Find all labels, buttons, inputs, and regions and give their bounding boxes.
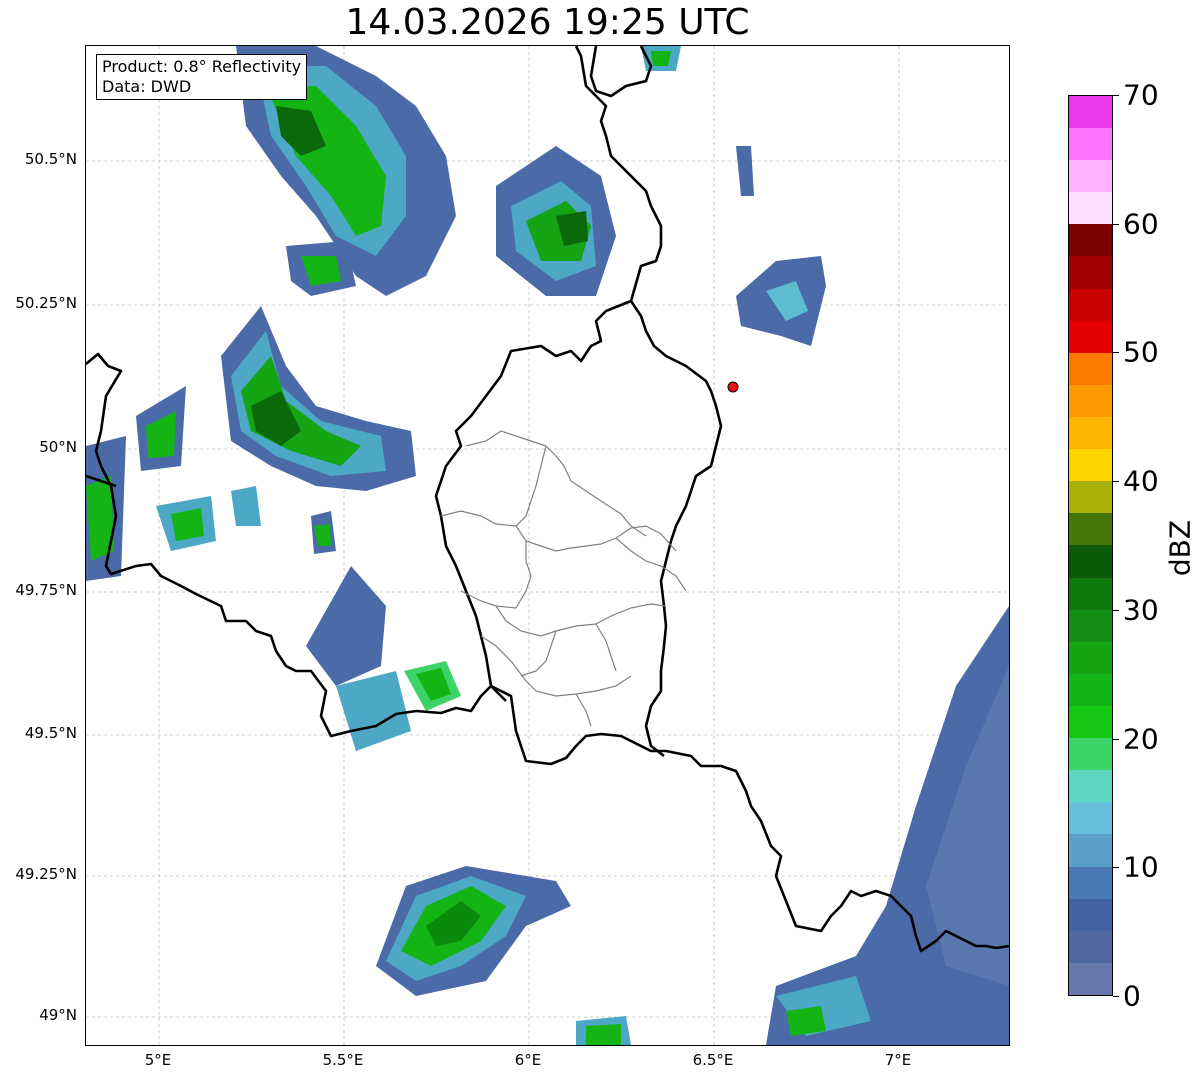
- colorbar-tick-label: 0: [1123, 979, 1141, 1013]
- colorbar-segment: [1069, 95, 1112, 129]
- colorbar-tick: [1113, 481, 1119, 483]
- map-title: 14.03.2026 19:25 UTC: [345, 2, 750, 43]
- echo-blob: [306, 566, 386, 686]
- colorbar: [1068, 95, 1113, 996]
- colorbar-tick: [1113, 867, 1119, 869]
- colorbar-segment: [1069, 449, 1112, 482]
- y-tick-label: 49.5°N: [24, 724, 77, 742]
- colorbar-tick: [1113, 352, 1119, 354]
- y-tick-label: 49.25°N: [15, 865, 77, 883]
- y-tick-label: 50°N: [39, 438, 77, 456]
- colorbar-unit-label: dBZ: [1163, 519, 1197, 577]
- colorbar-segment: [1069, 834, 1112, 867]
- colorbar-segment: [1069, 673, 1112, 707]
- x-tick-label: 7°E: [884, 1051, 912, 1069]
- colorbar-tick-label: 50: [1123, 335, 1159, 369]
- district-borders: [440, 430, 687, 727]
- colorbar-segment: [1069, 384, 1112, 418]
- colorbar-segment: [1069, 513, 1112, 546]
- colorbar-tick: [1113, 95, 1119, 96]
- colorbar-segment: [1069, 192, 1112, 225]
- colorbar-segment: [1069, 577, 1112, 610]
- echo-blob: [586, 1024, 621, 1045]
- y-tick-label: 50.25°N: [15, 294, 77, 312]
- product-info-box: Product: 0.8° Reflectivity Data: DWD: [96, 54, 308, 100]
- colorbar-segment: [1069, 160, 1112, 193]
- colorbar-segment: [1069, 738, 1112, 771]
- x-tick-label: 6.5°E: [692, 1051, 734, 1069]
- colorbar-segment: [1069, 481, 1112, 514]
- radar-echoes: [86, 46, 1009, 1045]
- colorbar-segment: [1069, 320, 1112, 353]
- radar-map[interactable]: [85, 45, 1010, 1046]
- radar-site-marker: [727, 381, 739, 393]
- echo-blob: [336, 671, 411, 751]
- x-tick-label: 6°E: [514, 1051, 542, 1069]
- echo-blob: [736, 146, 754, 196]
- product-label: Product: 0.8° Reflectivity: [102, 57, 302, 76]
- colorbar-tick-label: 20: [1123, 722, 1159, 756]
- colorbar-segment: [1069, 802, 1112, 835]
- colorbar-tick: [1113, 223, 1119, 225]
- colorbar-segment: [1069, 866, 1112, 899]
- colorbar-segment: [1069, 641, 1112, 674]
- colorbar-tick: [1113, 738, 1119, 740]
- colorbar-segment: [1069, 770, 1112, 803]
- y-tick-label: 50.5°N: [24, 150, 77, 168]
- colorbar-segment: [1069, 706, 1112, 739]
- colorbar-tick-label: 60: [1123, 207, 1159, 241]
- echo-blob: [651, 51, 671, 66]
- y-tick-label: 49°N: [39, 1006, 77, 1024]
- colorbar-segment: [1069, 930, 1112, 963]
- colorbar-segment: [1069, 962, 1112, 995]
- echo-blob: [786, 1006, 826, 1036]
- colorbar-tick: [1113, 609, 1119, 611]
- colorbar-segment: [1069, 288, 1112, 321]
- y-tick-label: 49.75°N: [15, 581, 77, 599]
- x-tick-label: 5.5°E: [322, 1051, 364, 1069]
- colorbar-segment: [1069, 224, 1112, 257]
- colorbar-segment: [1069, 352, 1112, 385]
- colorbar-segment: [1069, 256, 1112, 289]
- colorbar-segment: [1069, 609, 1112, 642]
- colorbar-segment: [1069, 898, 1112, 931]
- colorbar-tick: [1113, 996, 1119, 997]
- x-tick-label: 5°E: [144, 1051, 172, 1069]
- colorbar-segment: [1069, 128, 1112, 161]
- colorbar-segment: [1069, 417, 1112, 450]
- echo-blob: [231, 486, 261, 526]
- colorbar-tick-label: 40: [1123, 464, 1159, 498]
- colorbar-tick-label: 30: [1123, 593, 1159, 627]
- colorbar-segment: [1069, 545, 1112, 578]
- colorbar-tick-label: 10: [1123, 850, 1159, 884]
- data-source-label: Data: DWD: [102, 77, 192, 96]
- colorbar-tick-label: 70: [1123, 78, 1159, 112]
